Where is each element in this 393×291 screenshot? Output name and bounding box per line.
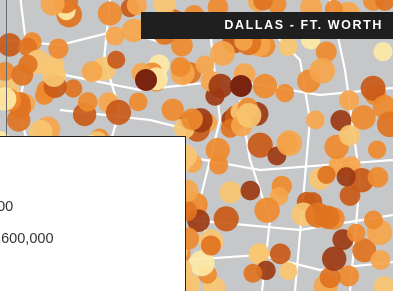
map-panel: DALLAS - FT. WORTH 000 2,600,000 [0,0,393,291]
city-dot-marker [205,137,230,163]
city-dot-marker [236,102,262,128]
city-dot-marker [275,84,294,103]
city-dot-marker [48,38,69,59]
city-dot-marker [135,69,157,91]
city-dot-marker [373,276,393,291]
city-dot-marker [373,42,393,62]
city-dot-marker [181,108,204,131]
region-label: DALLAS - FT. WORTH [141,12,393,39]
city-dot-marker [339,185,361,206]
city-dot-marker [364,210,383,230]
city-dot-marker [306,110,325,130]
city-dot-marker [200,235,221,256]
legend-value-lower: 000 [0,199,14,215]
city-dot-marker [370,250,391,270]
city-dot-marker [322,246,347,271]
city-dot-marker [128,92,148,112]
city-dot-marker [317,165,336,184]
city-dot-marker [107,50,126,69]
city-dot-marker [161,98,184,122]
city-dot-marker [208,73,233,99]
city-dot-marker [336,167,356,187]
city-dot-marker [105,26,125,46]
city-dot-marker [18,54,38,75]
city-dot-marker [279,262,298,281]
city-dot-marker [339,124,361,146]
city-dot-marker [64,79,83,98]
city-dot-marker [42,63,66,87]
city-dot-marker [351,105,376,130]
inset-frame-border [6,0,7,136]
city-dot-marker [346,223,366,243]
city-dot-marker [276,130,303,156]
city-dot-marker [305,202,331,228]
city-dot-marker [243,263,263,283]
city-dot-marker [278,37,298,57]
city-dot-marker [309,58,336,84]
city-dot-marker [339,90,360,111]
city-dot-marker [210,40,236,66]
city-dot-marker [367,167,389,188]
city-dot-marker [97,1,122,26]
city-dot-marker [254,197,280,223]
city-dot-marker [230,75,252,97]
city-dot-marker [252,73,278,99]
city-dot-marker [195,55,215,75]
city-dot-marker [77,92,98,112]
city-dot-marker [81,61,103,83]
city-dot-marker [240,180,261,201]
legend-value-upper: 2,600,000 [0,231,54,247]
city-dot-marker [368,140,387,159]
city-dot-marker [170,57,191,77]
city-dot-marker [0,33,22,57]
legend-panel: 000 2,600,000 [0,136,186,291]
city-dot-marker [219,181,242,204]
city-dot-marker [105,99,132,125]
city-dot-marker [269,243,291,265]
city-dot-marker [213,206,239,232]
